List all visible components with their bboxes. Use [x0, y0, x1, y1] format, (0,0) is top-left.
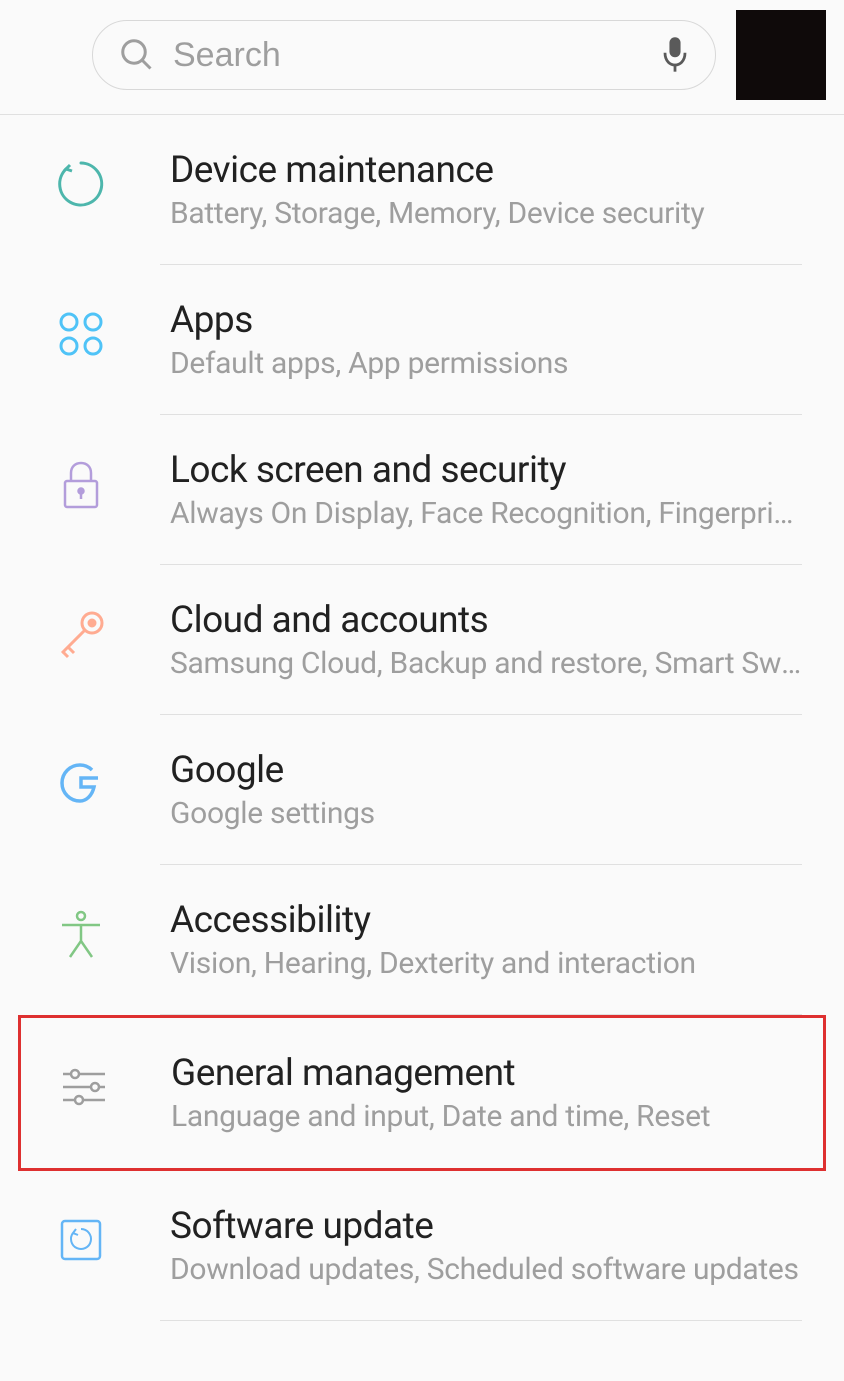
item-title: Device maintenance [170, 149, 802, 192]
item-subtitle: Language and input, Date and time, Reset [171, 1099, 799, 1134]
item-subtitle: Download updates, Scheduled software upd… [170, 1252, 802, 1287]
search-box[interactable] [92, 20, 716, 90]
item-title: General management [171, 1052, 799, 1095]
item-content: Accessibility Vision, Hearing, Dexterity… [170, 899, 802, 981]
item-subtitle: Samsung Cloud, Backup and restore, Smart… [170, 646, 802, 681]
search-icon [119, 37, 155, 73]
google-icon [54, 757, 108, 811]
item-subtitle: Battery, Storage, Memory, Device securit… [170, 196, 802, 231]
settings-item-software-update[interactable]: Software update Download updates, Schedu… [0, 1171, 844, 1321]
lock-icon [54, 457, 108, 511]
header [0, 0, 844, 115]
item-content: Google Google settings [170, 749, 802, 831]
item-content: Lock screen and security Always On Displ… [170, 449, 802, 531]
accessibility-icon [54, 907, 108, 961]
item-title: Lock screen and security [170, 449, 802, 492]
item-title: Apps [170, 299, 802, 342]
settings-item-lock-screen[interactable]: Lock screen and security Always On Displ… [0, 415, 844, 565]
settings-item-google[interactable]: Google Google settings [0, 715, 844, 865]
settings-list: Device maintenance Battery, Storage, Mem… [0, 115, 844, 1321]
item-title: Cloud and accounts [170, 599, 802, 642]
item-content: General management Language and input, D… [171, 1052, 799, 1134]
item-subtitle: Default apps, App permissions [170, 346, 802, 381]
apps-icon [54, 307, 108, 361]
item-content: Apps Default apps, App permissions [170, 299, 802, 381]
maintenance-icon [54, 157, 108, 211]
update-icon [54, 1213, 108, 1267]
item-subtitle: Always On Display, Face Recognition, Fin… [170, 496, 802, 531]
settings-item-accessibility[interactable]: Accessibility Vision, Hearing, Dexterity… [0, 865, 844, 1015]
microphone-icon[interactable] [661, 35, 689, 75]
item-subtitle: Google settings [170, 796, 802, 831]
settings-item-device-maintenance[interactable]: Device maintenance Battery, Storage, Mem… [0, 115, 844, 265]
settings-item-apps[interactable]: Apps Default apps, App permissions [0, 265, 844, 415]
item-content: Software update Download updates, Schedu… [170, 1205, 802, 1287]
settings-item-cloud-accounts[interactable]: Cloud and accounts Samsung Cloud, Backup… [0, 565, 844, 715]
item-content: Cloud and accounts Samsung Cloud, Backup… [170, 599, 802, 681]
item-title: Software update [170, 1205, 802, 1248]
item-title: Google [170, 749, 802, 792]
item-subtitle: Vision, Hearing, Dexterity and interacti… [170, 946, 802, 981]
settings-item-general-management[interactable]: General management Language and input, D… [18, 1015, 826, 1171]
sliders-icon [57, 1060, 111, 1114]
item-content: Device maintenance Battery, Storage, Mem… [170, 149, 802, 231]
key-icon [54, 607, 108, 661]
top-right-black-box [736, 10, 826, 100]
search-input[interactable] [173, 36, 643, 75]
item-title: Accessibility [170, 899, 802, 942]
